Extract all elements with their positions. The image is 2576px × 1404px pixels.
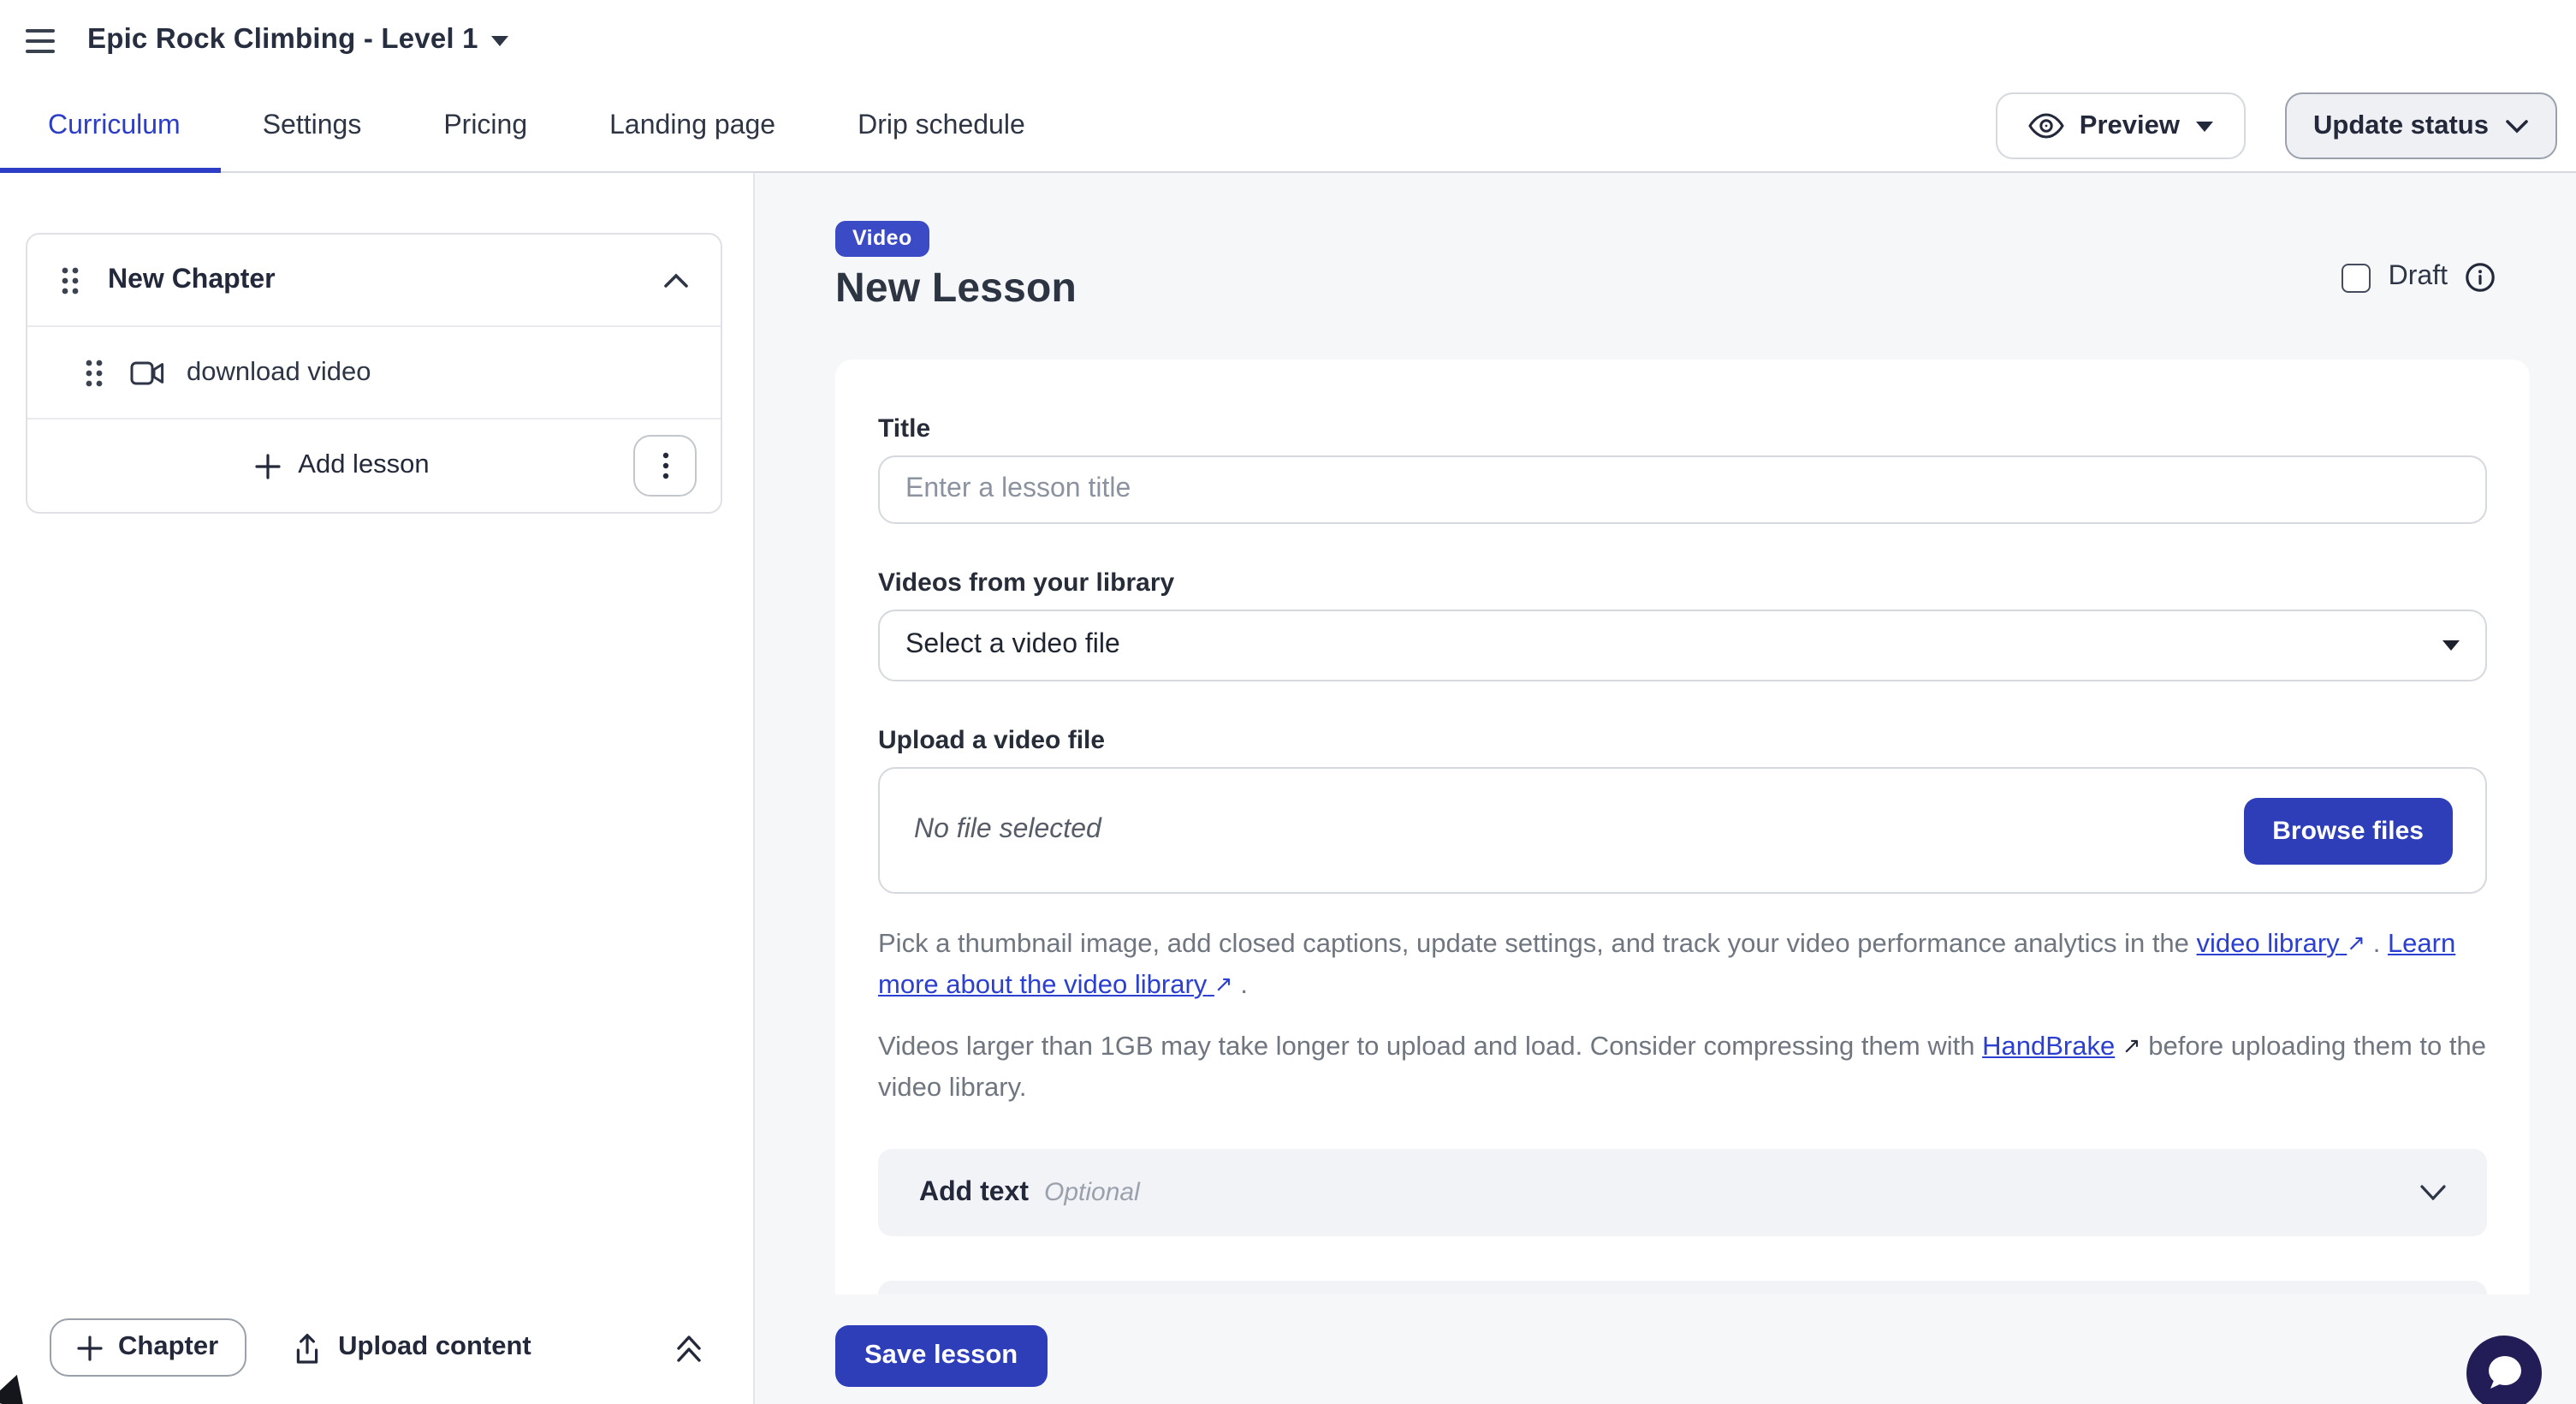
hamburger-menu-icon[interactable]	[26, 21, 63, 59]
save-lesson-button[interactable]: Save lesson	[835, 1325, 1047, 1387]
chapter-menu-button[interactable]	[633, 435, 697, 497]
draft-checkbox[interactable]	[2342, 263, 2371, 292]
preview-label: Preview	[2080, 110, 2180, 141]
video-camera-icon	[130, 360, 164, 384]
upload-icon	[292, 1331, 321, 1364]
tab-label: Curriculum	[48, 110, 181, 141]
select-arrow-icon	[2442, 640, 2460, 651]
content-area: New Chapter download video Add lesson	[0, 173, 2576, 1404]
video-library-select[interactable]: Select a video file	[878, 610, 2487, 681]
tab-curriculum[interactable]: Curriculum	[0, 80, 222, 171]
upload-content-label: Upload content	[338, 1332, 531, 1363]
tab-label: Drip schedule	[858, 110, 1025, 141]
add-lesson-label: Add lesson	[298, 450, 429, 481]
double-chevron-up-icon	[676, 1333, 702, 1362]
help-text: .	[1233, 971, 1248, 1000]
add-chapter-label: Chapter	[118, 1332, 218, 1363]
upload-field-label: Upload a video file	[878, 726, 2487, 755]
lesson-item[interactable]: download video	[27, 325, 721, 418]
course-switcher[interactable]: Epic Rock Climbing - Level 1	[87, 24, 509, 57]
tab-drip-schedule[interactable]: Drip schedule	[816, 80, 1066, 171]
external-link-icon: ↗	[2347, 923, 2365, 964]
plus-icon	[77, 1335, 103, 1360]
add-text-section[interactable]: Add text Optional	[878, 1149, 2487, 1236]
chevron-down-icon	[2506, 119, 2528, 133]
tab-label: Pricing	[443, 110, 527, 141]
tab-pricing[interactable]: Pricing	[402, 80, 568, 171]
chapter-header[interactable]: New Chapter	[27, 235, 721, 325]
add-chapter-button[interactable]: Chapter	[50, 1318, 246, 1377]
chat-launcher-button[interactable]	[2466, 1336, 2542, 1404]
info-icon[interactable]	[2465, 262, 2496, 293]
add-lesson-button[interactable]: Add lesson	[51, 450, 633, 481]
link-text: HandBrake	[1982, 1032, 2115, 1062]
file-upload-dropzone[interactable]: No file selected Browse files	[878, 767, 2487, 894]
lesson-form-card: Title Videos from your library Select a …	[835, 360, 2530, 1294]
library-field-label: Videos from your library	[878, 568, 2487, 598]
optional-label: Optional	[1044, 1178, 1140, 1207]
lesson-title-input[interactable]	[878, 455, 2487, 524]
handbrake-link[interactable]: HandBrake	[1982, 1032, 2115, 1062]
video-library-help-text: Pick a thumbnail image, add closed capti…	[878, 925, 2487, 1007]
chevron-up-icon[interactable]	[664, 272, 688, 288]
lesson-editor: Video New Lesson Draft Title Videos from…	[755, 173, 2576, 1404]
title-field-label: Title	[878, 414, 2487, 443]
chapter-title: New Chapter	[108, 265, 276, 295]
update-status-label: Update status	[2313, 110, 2489, 141]
help-text: Videos larger than 1GB may take longer t…	[878, 1032, 1982, 1062]
lesson-page-title: New Lesson	[835, 265, 2530, 313]
tab-bar: Curriculum Settings Pricing Landing page…	[0, 80, 2576, 173]
compression-help-text: Videos larger than 1GB may take longer t…	[878, 1027, 2487, 1110]
eye-icon	[2028, 113, 2064, 139]
add-text-label: Add text	[919, 1177, 1029, 1208]
preview-button[interactable]: Preview	[1996, 92, 2245, 159]
tab-label: Settings	[263, 110, 362, 141]
video-library-link[interactable]: video library ↗	[2197, 930, 2366, 959]
lesson-header: Video New Lesson Draft	[835, 173, 2530, 313]
sidebar-footer: Chapter Upload content	[50, 1318, 702, 1377]
chevron-down-icon	[2420, 1185, 2446, 1200]
caret-down-icon	[2195, 121, 2212, 131]
caret-down-icon	[492, 35, 509, 45]
app-window: Epic Rock Climbing - Level 1 Curriculum …	[0, 0, 2576, 1404]
collapse-all-button[interactable]	[676, 1333, 702, 1362]
tab-settings[interactable]: Settings	[222, 80, 403, 171]
browse-files-button[interactable]: Browse files	[2243, 797, 2453, 864]
course-title: Epic Rock Climbing - Level 1	[87, 24, 478, 57]
link-text: video library	[2197, 930, 2340, 959]
no-file-selected-text: No file selected	[914, 815, 1101, 846]
video-library-select-value: Select a video file	[905, 630, 1120, 661]
top-bar: Epic Rock Climbing - Level 1	[0, 0, 2576, 80]
tab-landing-page[interactable]: Landing page	[568, 80, 816, 171]
drag-handle-icon[interactable]	[60, 265, 80, 295]
plus-icon	[255, 453, 281, 479]
help-text: .	[2365, 930, 2388, 959]
curriculum-sidebar: New Chapter download video Add lesson	[0, 173, 755, 1404]
update-status-button[interactable]: Update status	[2284, 92, 2557, 159]
tab-label: Landing page	[609, 110, 775, 141]
upload-content-button[interactable]: Upload content	[292, 1331, 531, 1364]
lesson-title: download video	[187, 357, 371, 388]
chapter-footer-row: Add lesson	[27, 418, 721, 512]
external-link-icon: ↗	[2122, 1026, 2141, 1067]
lesson-type-badge: Video	[835, 221, 929, 257]
chapter-card: New Chapter download video Add lesson	[26, 233, 722, 514]
add-downloads-section[interactable]: Add downloads Optional	[878, 1281, 2487, 1294]
draft-toggle-group: Draft	[2342, 262, 2496, 293]
drag-handle-icon[interactable]	[84, 357, 104, 388]
help-text: Pick a thumbnail image, add closed capti…	[878, 930, 2197, 959]
external-link-icon: ↗	[1214, 964, 1233, 1005]
draft-label: Draft	[2389, 262, 2448, 293]
header-actions: Preview Update status	[1996, 80, 2557, 171]
kebab-icon	[662, 452, 668, 479]
chat-bubble-icon	[2484, 1354, 2525, 1392]
